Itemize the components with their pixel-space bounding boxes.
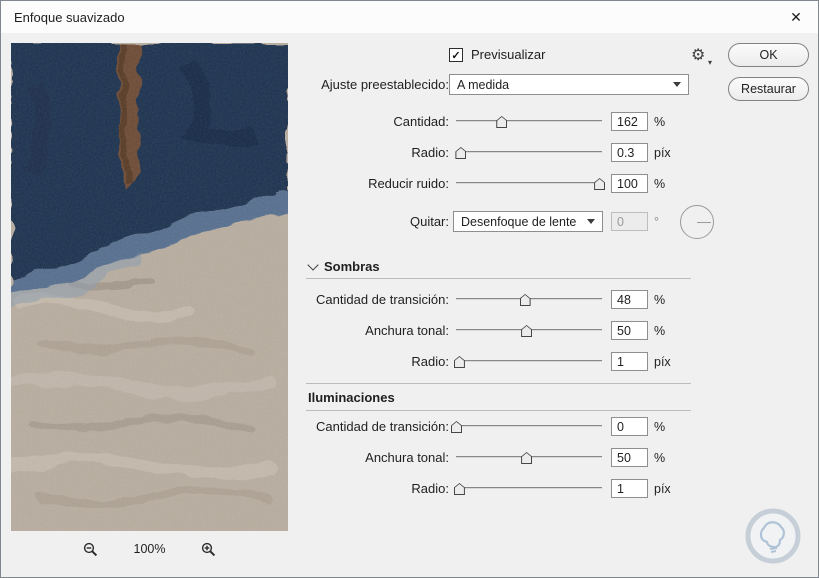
zoom-level[interactable]: 100% (134, 542, 166, 556)
highlight-radius-value[interactable] (611, 479, 648, 498)
highlight-radius-label: Radio: (411, 481, 449, 496)
noise-slider[interactable] (456, 173, 606, 194)
slider-track[interactable] (456, 487, 602, 489)
remove-value: Desenfoque de lente (461, 214, 577, 229)
slider-track[interactable] (456, 120, 602, 122)
shadow-tonal-slider[interactable] (456, 320, 602, 341)
gear-icon[interactable]: ⚙ (691, 45, 705, 65)
chevron-down-icon (587, 219, 595, 224)
highlights-header[interactable]: Iluminaciones (308, 390, 395, 405)
chevron-down-icon (673, 82, 681, 87)
shadow-tonal-label: Anchura tonal: (365, 323, 449, 338)
angle-dial-needle (697, 222, 711, 223)
remove-label: Quitar: (409, 214, 449, 229)
titlebar: Enfoque suavizado ✕ (1, 1, 818, 33)
shadow-radius-value[interactable] (611, 352, 648, 371)
angle-unit: ° (654, 214, 659, 229)
shadow-tonal-value[interactable] (611, 321, 648, 340)
zoom-out-icon[interactable] (83, 542, 98, 557)
radius-value[interactable] (611, 143, 648, 162)
slider-thumb[interactable] (453, 483, 465, 495)
gear-menu-caret-icon: ▾ (708, 58, 713, 67)
highlight-radius-unit: píx (654, 481, 671, 496)
highlight-tonal-unit: % (654, 450, 666, 465)
shadow-radius-label: Radio: (411, 354, 449, 369)
check-icon: ✓ (451, 49, 461, 62)
highlight-fade-value[interactable] (611, 417, 648, 436)
slider-thumb[interactable] (521, 452, 533, 464)
slider-thumb[interactable] (496, 116, 508, 128)
preview-checkbox[interactable]: ✓ (449, 48, 463, 62)
slider-track[interactable] (456, 151, 602, 153)
shadows-header[interactable]: Sombras (324, 259, 380, 274)
close-icon[interactable]: ✕ (774, 1, 818, 33)
shadow-fade-unit: % (654, 292, 666, 307)
radius-slider[interactable] (455, 142, 602, 163)
angle-dial[interactable] (680, 205, 714, 239)
slider-track[interactable] (456, 182, 602, 184)
preset-label: Ajuste preestablecido: (321, 77, 449, 92)
radius-unit: píx (654, 145, 671, 160)
shadow-fade-slider[interactable] (456, 289, 602, 310)
divider (306, 410, 691, 411)
ok-button[interactable]: OK (728, 43, 809, 67)
amount-unit: % (654, 114, 666, 129)
noise-value[interactable] (611, 174, 648, 193)
highlight-fade-unit: % (654, 419, 666, 434)
restore-button[interactable]: Restaurar (728, 77, 809, 101)
remove-dropdown[interactable]: Desenfoque de lente (453, 211, 603, 232)
slider-thumb[interactable] (451, 421, 462, 433)
highlight-fade-label: Cantidad de transición: (316, 419, 449, 434)
slider-track[interactable] (456, 425, 602, 427)
highlight-tonal-value[interactable] (611, 448, 648, 467)
slider-thumb[interactable] (594, 178, 606, 190)
divider (306, 278, 691, 279)
preview-checkbox-label: Previsualizar (471, 47, 546, 62)
slider-track[interactable] (456, 360, 602, 362)
preset-dropdown[interactable]: A medida (449, 74, 689, 95)
shadow-tonal-unit: % (654, 323, 666, 338)
watermark-logo (744, 507, 802, 570)
shadows-collapse-chevron-icon[interactable] (307, 259, 319, 271)
amount-label: Cantidad: (393, 114, 449, 129)
smart-sharpen-dialog: Enfoque suavizado ✕ 100% ✓ Previsualizar… (0, 0, 819, 578)
angle-value (611, 212, 648, 231)
highlight-fade-slider[interactable] (451, 416, 602, 437)
dialog-title: Enfoque suavizado (14, 9, 125, 25)
radius-label: Radio: (411, 145, 449, 160)
divider (306, 383, 691, 384)
highlight-tonal-slider[interactable] (456, 447, 602, 468)
image-preview[interactable] (11, 43, 288, 531)
slider-thumb[interactable] (455, 147, 467, 159)
preset-value: A medida (457, 77, 510, 92)
shadow-fade-value[interactable] (611, 290, 648, 309)
slider-thumb[interactable] (519, 294, 531, 306)
shadow-radius-unit: píx (654, 354, 671, 369)
slider-thumb[interactable] (521, 325, 533, 337)
zoom-in-icon[interactable] (201, 542, 216, 557)
noise-label: Reducir ruido: (368, 176, 449, 191)
shadow-fade-label: Cantidad de transición: (316, 292, 449, 307)
highlight-tonal-label: Anchura tonal: (365, 450, 449, 465)
amount-value[interactable] (611, 112, 648, 131)
preview-artwork (11, 43, 288, 531)
slider-thumb[interactable] (453, 356, 465, 368)
highlight-radius-slider[interactable] (453, 478, 602, 499)
noise-unit: % (654, 176, 666, 191)
zoom-bar: 100% (11, 536, 288, 562)
amount-slider[interactable] (456, 111, 602, 132)
shadow-radius-slider[interactable] (453, 351, 602, 372)
